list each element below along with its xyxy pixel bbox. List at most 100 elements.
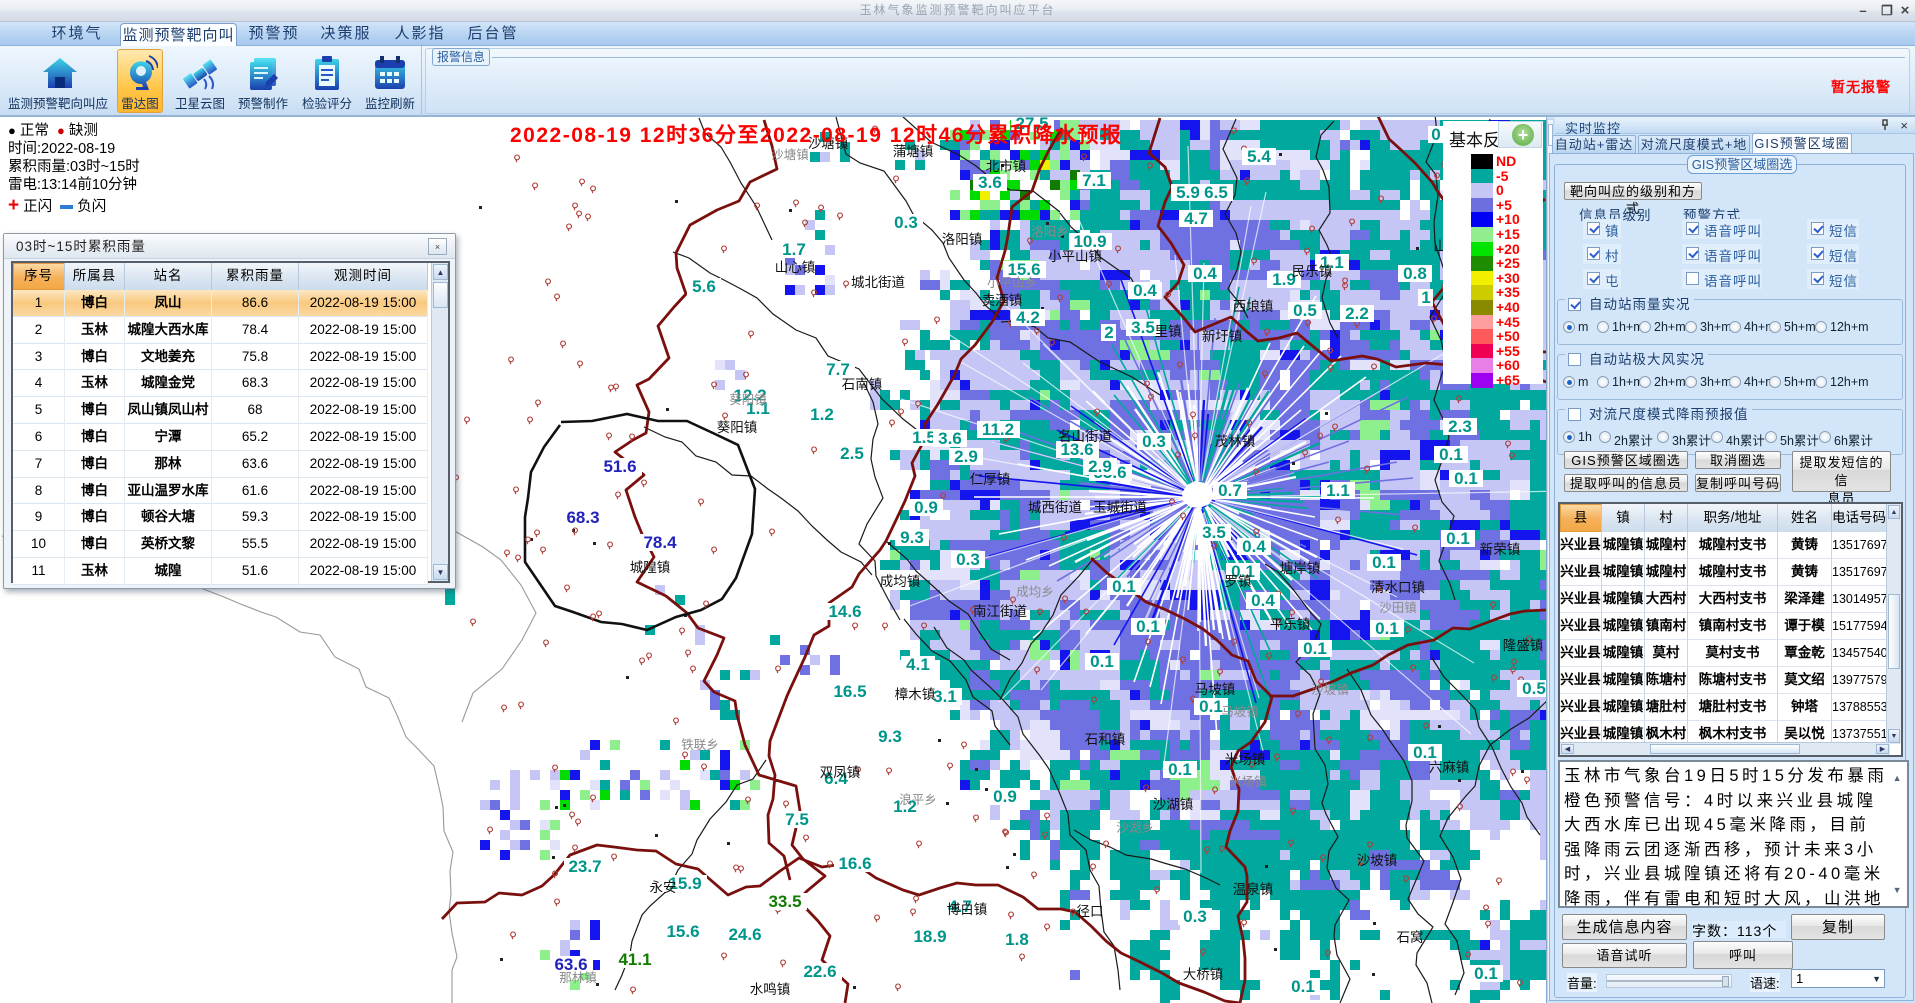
svg-text:径口: 径口 <box>1077 904 1104 919</box>
svg-text:洛阳乡: 洛阳乡 <box>1031 224 1069 239</box>
svg-text:沙坡镇: 沙坡镇 <box>1357 853 1398 868</box>
svg-text:14.6: 14.6 <box>828 602 861 621</box>
svg-text:六麻镇: 六麻镇 <box>1429 760 1470 775</box>
svg-text:永安: 永安 <box>650 880 677 895</box>
svg-text:成均镇: 成均镇 <box>880 574 921 589</box>
svg-text:33.5: 33.5 <box>768 892 801 911</box>
svg-text:0.1: 0.1 <box>1454 469 1478 488</box>
svg-text:茂林镇: 茂林镇 <box>1215 433 1256 449</box>
svg-text:11.2: 11.2 <box>982 420 1014 439</box>
svg-text:6.5: 6.5 <box>1204 183 1228 202</box>
svg-text:1.5: 1.5 <box>912 428 936 447</box>
svg-text:4.1: 4.1 <box>906 655 930 674</box>
svg-text:玉城街道: 玉城街道 <box>1093 500 1147 515</box>
svg-text:0.4: 0.4 <box>1193 264 1217 283</box>
svg-text:3.5: 3.5 <box>1202 523 1226 542</box>
svg-text:0.8: 0.8 <box>1403 264 1427 283</box>
svg-text:0.1: 0.1 <box>1474 964 1498 983</box>
svg-text:0.5: 0.5 <box>1522 679 1546 698</box>
svg-text:3.6: 3.6 <box>978 173 1002 192</box>
svg-text:那林镇: 那林镇 <box>559 971 597 985</box>
svg-text:4.2: 4.2 <box>1016 308 1040 327</box>
svg-text:22.6: 22.6 <box>803 962 836 981</box>
svg-text:51.6: 51.6 <box>603 457 636 476</box>
svg-text:0.5: 0.5 <box>1293 301 1317 320</box>
svg-text:隆盛镇: 隆盛镇 <box>1503 638 1544 653</box>
svg-text:0.1: 0.1 <box>1446 529 1470 548</box>
svg-text:0.1: 0.1 <box>1372 553 1396 572</box>
svg-text:浪平乡: 浪平乡 <box>899 792 937 807</box>
svg-text:葵阳镇: 葵阳镇 <box>717 420 758 435</box>
svg-text:7.5: 7.5 <box>785 810 809 829</box>
svg-text:沙湖乡: 沙湖乡 <box>1116 820 1154 835</box>
svg-text:平乐镇: 平乐镇 <box>1270 617 1311 632</box>
svg-text:3.1: 3.1 <box>933 687 957 706</box>
svg-text:0.3: 0.3 <box>1183 907 1207 926</box>
svg-text:1.7: 1.7 <box>782 240 806 259</box>
svg-text:罗镇: 罗镇 <box>1225 574 1252 589</box>
svg-text:北市镇: 北市镇 <box>986 158 1027 174</box>
svg-text:0.1: 0.1 <box>1303 639 1327 658</box>
svg-text:西埌镇: 西埌镇 <box>1233 299 1274 314</box>
svg-text:沙坡镇: 沙坡镇 <box>1311 683 1349 697</box>
svg-text:23.7: 23.7 <box>568 857 601 876</box>
svg-text:成均乡: 成均乡 <box>1016 585 1054 599</box>
svg-text:城西街道: 城西街道 <box>1028 500 1082 515</box>
svg-text:清水口镇: 清水口镇 <box>1371 580 1425 595</box>
svg-text:南江街道: 南江街道 <box>973 604 1027 619</box>
svg-text:4.7: 4.7 <box>1184 209 1208 228</box>
svg-text:大桥镇: 大桥镇 <box>1183 967 1224 982</box>
svg-text:小平山镇: 小平山镇 <box>1048 249 1102 264</box>
svg-text:新荣镇: 新荣镇 <box>1480 542 1521 557</box>
svg-text:樟木镇: 樟木镇 <box>895 687 936 702</box>
svg-text:塘岸镇: 塘岸镇 <box>1280 561 1321 576</box>
svg-text:0.4: 0.4 <box>1242 537 1266 556</box>
svg-text:2.9: 2.9 <box>954 447 978 466</box>
svg-text:78.4: 78.4 <box>643 533 677 552</box>
svg-text:2.9: 2.9 <box>1088 457 1112 476</box>
svg-text:沙塘镇: 沙塘镇 <box>771 147 809 162</box>
svg-text:24.6: 24.6 <box>728 925 761 944</box>
svg-text:铁联乡: 铁联乡 <box>681 738 719 752</box>
svg-text:0.3: 0.3 <box>894 213 918 232</box>
svg-text:0.3: 0.3 <box>956 550 980 569</box>
svg-text:洛阳镇: 洛阳镇 <box>942 232 983 247</box>
svg-text:41.1: 41.1 <box>618 950 651 969</box>
svg-text:里镇: 里镇 <box>1155 324 1182 339</box>
svg-text:0.1: 0.1 <box>1199 697 1223 716</box>
svg-text:米场镇: 米场镇 <box>1225 752 1266 767</box>
svg-text:小平山乡: 小平山乡 <box>987 276 1037 290</box>
svg-text:0.7: 0.7 <box>1218 481 1242 500</box>
svg-text:0: 0 <box>1431 125 1440 144</box>
svg-text:15.6: 15.6 <box>666 922 699 941</box>
svg-text:2.5: 2.5 <box>840 444 864 463</box>
svg-text:石和镇: 石和镇 <box>1085 732 1126 747</box>
svg-text:石南镇: 石南镇 <box>842 377 883 392</box>
svg-text:2.3: 2.3 <box>1448 417 1472 436</box>
svg-text:3.5: 3.5 <box>1131 318 1155 337</box>
svg-text:沙田镇: 沙田镇 <box>1379 601 1417 615</box>
svg-text:0.4: 0.4 <box>1133 281 1157 300</box>
svg-text:沙湖镇: 沙湖镇 <box>1153 797 1194 812</box>
svg-text:1.8: 1.8 <box>1005 930 1029 949</box>
svg-text:城隍镇: 城隍镇 <box>630 560 671 575</box>
svg-text:7.1: 7.1 <box>1082 171 1106 190</box>
svg-text:18.9: 18.9 <box>913 927 946 946</box>
svg-text:名山街道: 名山街道 <box>1058 429 1112 444</box>
svg-text:5.4: 5.4 <box>1247 147 1271 166</box>
svg-text:1.2: 1.2 <box>810 405 834 424</box>
svg-text:0.1: 0.1 <box>1375 619 1399 638</box>
svg-text:新圩镇: 新圩镇 <box>1202 329 1243 344</box>
svg-text:米场镇: 米场镇 <box>1229 775 1267 789</box>
svg-text:16.6: 16.6 <box>838 854 871 873</box>
svg-text:1: 1 <box>1421 288 1430 307</box>
svg-text:3.6: 3.6 <box>938 429 962 448</box>
svg-text:0.1: 0.1 <box>1168 760 1192 779</box>
svg-text:0.1: 0.1 <box>1112 577 1136 596</box>
svg-text:城北街道: 城北街道 <box>851 275 905 290</box>
svg-text:温泉镇: 温泉镇 <box>1233 881 1274 897</box>
svg-text:16.5: 16.5 <box>833 682 866 701</box>
svg-text:0.1: 0.1 <box>1439 445 1463 464</box>
svg-text:5.9: 5.9 <box>1176 183 1200 202</box>
svg-text:0.1: 0.1 <box>1291 977 1315 996</box>
